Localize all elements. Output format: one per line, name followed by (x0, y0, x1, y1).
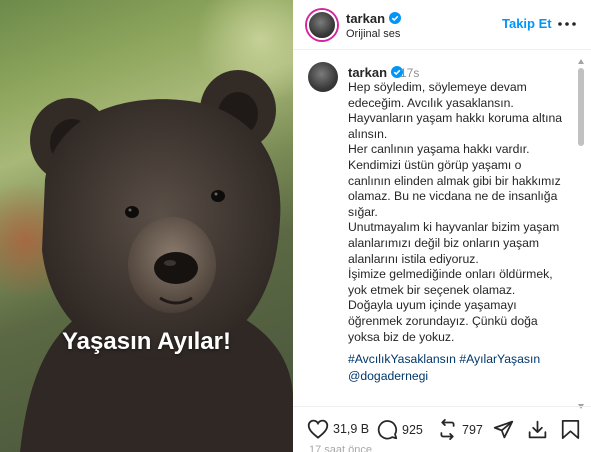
audio-label[interactable]: Orijinal ses (346, 28, 400, 40)
caption-avatar[interactable] (308, 62, 338, 92)
header-username-row[interactable]: tarkan (346, 11, 402, 26)
caption-username[interactable]: tarkan (348, 65, 387, 80)
caption-username-row[interactable]: tarkan (348, 65, 404, 80)
header-username[interactable]: tarkan (346, 11, 385, 26)
caption-line: alanlarımızı değil biz onların yaşam (348, 235, 540, 250)
mention-row: @dogadernegi (348, 369, 576, 385)
post-media[interactable]: Yaşasın Ayılar! (0, 0, 293, 452)
like-count[interactable]: 31,9 B (333, 422, 369, 436)
caption-line: Doğayla uyum içinde yaşamayı (348, 298, 517, 313)
post-header: tarkan Orijinal ses Takip Et (293, 0, 591, 50)
verified-badge-icon (389, 12, 402, 24)
caption-line: alınsın. (348, 126, 388, 141)
follow-button[interactable]: Takip Et (502, 16, 552, 31)
more-options-icon[interactable] (555, 14, 579, 34)
caption-line: yoksa biz de yokuz. (348, 329, 455, 344)
comment-count[interactable]: 925 (402, 423, 423, 437)
like-button[interactable]: 31,9 B (307, 419, 369, 439)
caption-line: Hayvanların yaşam hakkı koruma altına (348, 111, 563, 126)
scroll-thumb[interactable] (578, 68, 584, 146)
caption-line: alanlarını istila ediyoruz. (348, 251, 479, 266)
download-icon[interactable] (527, 419, 548, 440)
caption-line: olamaz. Bu ne vicdana ne de insanlığa (348, 189, 558, 204)
post-time[interactable]: 17s (400, 66, 419, 80)
save-button[interactable] (561, 419, 580, 440)
caption-line: Her canlının yaşama hakkı vardır. (348, 142, 530, 157)
hashtag-link[interactable]: #AvcılıkYasaklansın (348, 352, 456, 366)
caption-line: İşimize gelmediğinde onları öldürmek, (348, 267, 553, 282)
repost-button[interactable]: 797 (437, 419, 483, 440)
share-paper-plane-icon[interactable] (493, 419, 514, 440)
hashtag-row: #AvcılıkYasaklansın #AyılarYaşasın (348, 352, 576, 368)
caption-line: canlının elinden almak gibi bir hakkımız (348, 173, 561, 188)
hashtag-link[interactable]: #AyılarYaşasın (459, 352, 540, 366)
caption-line: sığar. (348, 204, 378, 219)
bear-image (20, 70, 293, 452)
heart-icon[interactable] (307, 419, 329, 439)
header-avatar[interactable] (307, 10, 337, 40)
caption-line: edeceğim. Avcılık yasaklansın. (348, 95, 514, 110)
share-button[interactable] (493, 419, 514, 440)
post-side-panel: tarkan Orijinal ses Takip Et tarkan 17s … (293, 0, 591, 452)
post-caption: Hep söyledim, söylemeye devam edeceğim. … (348, 80, 576, 384)
comment-bubble-icon[interactable] (377, 419, 398, 440)
post-timestamp: 17 saat önce (309, 444, 372, 452)
caption-line: Hep söyledim, söylemeye devam (348, 80, 527, 94)
caption-line: yok etmek bir seçenek olamaz. (348, 282, 516, 297)
comment-button[interactable]: 925 (377, 419, 423, 440)
media-overlay-text: Yaşasın Ayılar! (62, 328, 231, 355)
caption-area: tarkan 17s Hep söyledim, söylemeye devam… (293, 51, 591, 406)
caption-line: Unutmayalım ki hayvanlar bizim yaşam (348, 220, 560, 235)
mention-link[interactable]: @dogadernegi (348, 369, 428, 383)
repost-icon[interactable] (437, 419, 458, 440)
scroll-up-arrow-icon[interactable] (578, 59, 584, 64)
caption-line: Kendimizi üstün görüp yaşamı o (348, 157, 522, 172)
repost-count[interactable]: 797 (462, 423, 483, 437)
caption-line: öğrenmek zorundayız. Çünkü doğa (348, 313, 538, 328)
download-button[interactable] (527, 419, 548, 440)
caption-scrollbar[interactable] (577, 59, 585, 409)
bookmark-icon[interactable] (561, 419, 580, 440)
